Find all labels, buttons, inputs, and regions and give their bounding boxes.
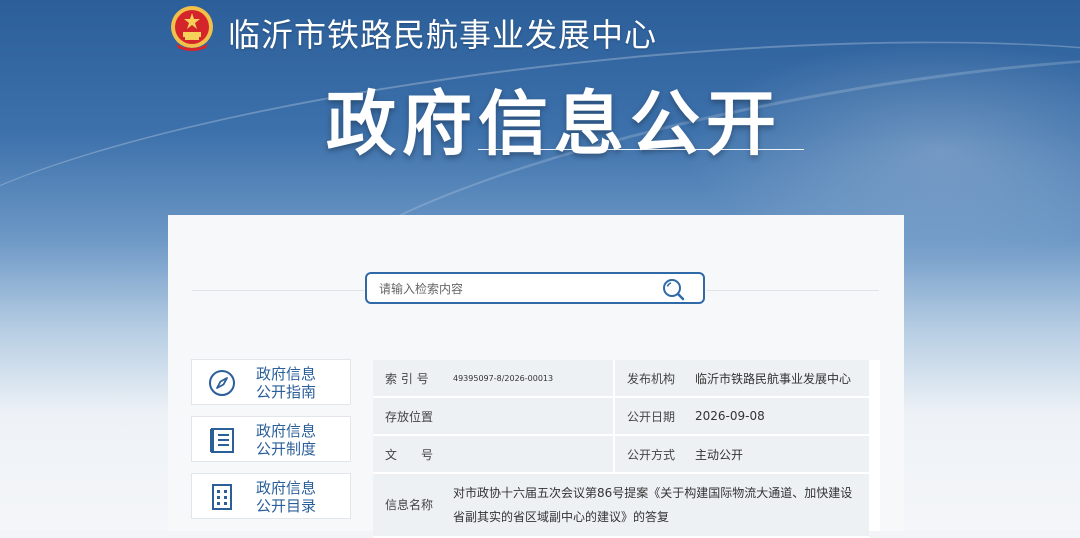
- search-divider: [192, 290, 364, 291]
- label-line: 政府信息: [256, 365, 317, 383]
- doc-no-label: 文 号: [373, 435, 441, 474]
- national-emblem-icon: [171, 6, 213, 51]
- table-row: 索 引 号 49395097-8/2026-00013 发布机构 临沂市铁路民航…: [373, 360, 869, 398]
- doc-no-value: [441, 435, 615, 474]
- document-list-icon: [210, 428, 234, 453]
- title-underline: [478, 149, 804, 150]
- label-line: 公开目录: [256, 497, 317, 515]
- sidebar-item-label: 政府信息 公开目录: [256, 479, 336, 515]
- name-value: 对市政协十六届五次会议第86号提案《关于构建国际物流大通道、加快建设省副其实的省…: [441, 473, 869, 538]
- table-row: 文 号 公开方式 主动公开: [373, 435, 869, 474]
- label-line: 公开指南: [256, 383, 317, 401]
- panel-edge: [869, 360, 880, 531]
- label-line: 公开制度: [256, 440, 317, 458]
- method-label: 公开方式: [614, 435, 683, 474]
- index-value: 49395097-8/2026-00013: [441, 360, 615, 398]
- name-label: 信息名称: [373, 473, 441, 538]
- label-line: 政府信息: [256, 422, 317, 440]
- index-label: 索 引 号: [373, 360, 441, 398]
- label-line: 政府信息: [256, 479, 317, 497]
- compass-icon: [209, 370, 235, 396]
- search-divider: [707, 290, 879, 291]
- catalog-grid-icon: [212, 484, 232, 510]
- sidebar-item-guide[interactable]: 政府信息 公开指南: [191, 359, 351, 405]
- location-value: [441, 397, 615, 436]
- search-icon[interactable]: [661, 277, 685, 301]
- date-label: 公开日期: [614, 397, 683, 436]
- sidebar-item-label: 政府信息 公开制度: [256, 422, 336, 458]
- search-input[interactable]: [377, 279, 651, 299]
- date-value: 2026-09-08: [683, 397, 869, 436]
- sidebar-item-label: 政府信息 公开指南: [256, 365, 336, 401]
- info-metadata-table: 索 引 号 49395097-8/2026-00013 发布机构 临沂市铁路民航…: [373, 360, 869, 538]
- location-label: 存放位置: [373, 397, 441, 436]
- sidebar-item-system[interactable]: 政府信息 公开制度: [191, 416, 351, 462]
- method-value: 主动公开: [683, 435, 869, 474]
- sidebar-item-catalog[interactable]: 政府信息 公开目录: [191, 473, 351, 519]
- table-row: 存放位置 公开日期 2026-09-08: [373, 397, 869, 436]
- publisher-label: 发布机构: [614, 360, 683, 398]
- page-title: 政府信息公开: [326, 83, 782, 165]
- publisher-value: 临沂市铁路民航事业发展中心: [683, 360, 869, 398]
- site-title: 临沂市铁路民航事业发展中心: [228, 16, 658, 54]
- table-row: 信息名称 对市政协十六届五次会议第86号提案《关于构建国际物流大通道、加快建设省…: [373, 473, 869, 538]
- search-bar: [365, 272, 705, 304]
